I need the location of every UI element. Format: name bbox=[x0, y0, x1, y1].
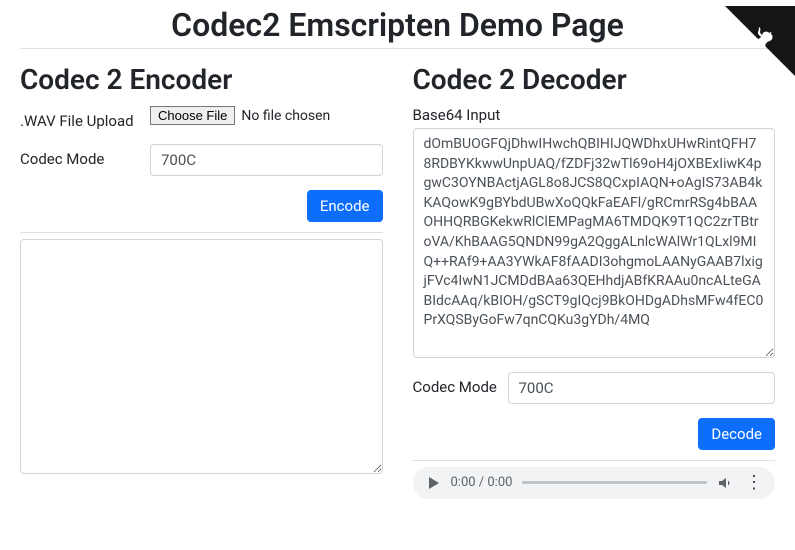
decoder-title: Codec 2 Decoder bbox=[413, 63, 776, 96]
file-input[interactable]: Choose File No file chosen bbox=[150, 106, 383, 125]
encoder-output-textarea[interactable] bbox=[20, 239, 383, 474]
decoder-column: Codec 2 Decoder Base64 Input Codec Mode … bbox=[413, 55, 776, 499]
decoder-mode-label: Codec Mode bbox=[413, 372, 508, 396]
page-title: Codec2 Emscripten Demo Page bbox=[20, 6, 775, 44]
encoder-column: Codec 2 Encoder .WAV File Upload Choose … bbox=[20, 55, 383, 499]
github-corner-icon bbox=[725, 6, 795, 76]
github-corner-link[interactable] bbox=[725, 6, 795, 76]
encoder-mode-label: Codec Mode bbox=[20, 144, 150, 168]
play-icon[interactable] bbox=[427, 476, 441, 490]
encoder-mode-input[interactable] bbox=[150, 144, 383, 176]
choose-file-button[interactable]: Choose File bbox=[150, 106, 235, 125]
divider bbox=[413, 460, 776, 461]
decode-button[interactable]: Decode bbox=[698, 418, 775, 450]
audio-player[interactable]: 0:00 / 0:00 ⋮ bbox=[413, 467, 776, 499]
file-status-text: No file chosen bbox=[241, 108, 330, 124]
audio-menu-icon[interactable]: ⋮ bbox=[743, 474, 765, 492]
encoder-title: Codec 2 Encoder bbox=[20, 63, 383, 96]
audio-track[interactable] bbox=[522, 481, 707, 484]
volume-icon[interactable] bbox=[717, 475, 733, 491]
base64-input-textarea[interactable] bbox=[413, 128, 776, 358]
decoder-mode-input[interactable] bbox=[508, 372, 776, 404]
upload-label: .WAV File Upload bbox=[20, 106, 150, 130]
divider bbox=[20, 48, 775, 49]
encode-button[interactable]: Encode bbox=[307, 190, 383, 222]
divider bbox=[20, 232, 383, 233]
audio-time: 0:00 / 0:00 bbox=[451, 475, 513, 490]
base64-input-label: Base64 Input bbox=[413, 106, 776, 124]
